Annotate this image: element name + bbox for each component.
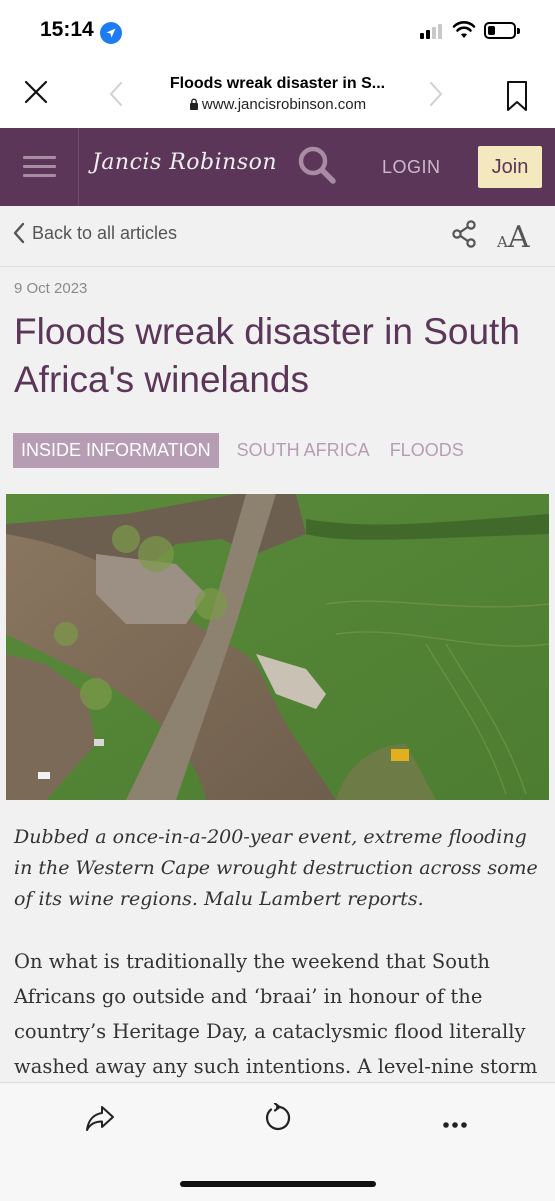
browser-toolbar xyxy=(0,1082,555,1201)
site-header: Jancis Robinson LOGIN Join xyxy=(0,128,555,206)
tag-inside-information[interactable]: INSIDE INFORMATION xyxy=(13,433,219,468)
location-arrow-icon xyxy=(100,22,122,44)
tag-south-africa[interactable]: SOUTH AFRICA xyxy=(237,440,370,461)
article-date: 9 Oct 2023 xyxy=(14,280,88,297)
back-to-articles-link[interactable]: Back to all articles xyxy=(12,222,177,244)
battery-icon xyxy=(484,22,520,39)
page-domain[interactable]: www.jancisrobinson.com xyxy=(150,96,405,113)
status-time: 15:14 xyxy=(40,18,94,41)
login-link[interactable]: LOGIN xyxy=(382,157,441,178)
more-icon[interactable] xyxy=(443,1115,467,1133)
article-tools: Back to all articles AA xyxy=(0,206,555,267)
bookmark-icon[interactable] xyxy=(505,80,529,117)
article-hero-image xyxy=(6,494,549,800)
cellular-signal-icon xyxy=(420,24,442,39)
browser-forward-icon[interactable] xyxy=(428,80,444,113)
share-icon[interactable] xyxy=(451,220,477,253)
article-headline: Floods wreak disaster in South Africa's … xyxy=(14,311,520,400)
status-bar: 15:14 xyxy=(0,0,555,62)
browser-header: Floods wreak disaster in S... www.jancis… xyxy=(0,62,555,128)
header-divider xyxy=(78,128,79,206)
article-standfirst: Dubbed a once-in-a-200-year event, extre… xyxy=(14,826,538,910)
article-body-text: On what is traditionally the weekend tha… xyxy=(14,950,538,1078)
page-title: Floods wreak disaster in S... xyxy=(169,75,386,92)
text-size-button[interactable]: AA xyxy=(497,220,530,255)
text-size-large-glyph: A xyxy=(507,220,530,255)
lock-icon xyxy=(189,98,198,110)
article-tags: INSIDE INFORMATION SOUTH AFRICA FLOODS xyxy=(13,433,484,468)
chevron-left-icon xyxy=(13,222,25,244)
browser-back-icon[interactable] xyxy=(108,80,124,113)
tag-floods[interactable]: FLOODS xyxy=(390,440,464,461)
back-link-label: Back to all articles xyxy=(32,222,178,243)
domain-text: www.jancisrobinson.com xyxy=(201,96,367,113)
search-icon[interactable] xyxy=(296,144,338,191)
menu-icon[interactable] xyxy=(23,156,56,183)
reload-icon[interactable] xyxy=(262,1102,292,1138)
share-arrow-icon[interactable] xyxy=(84,1103,116,1138)
text-size-small-glyph: A xyxy=(497,233,508,251)
site-logo[interactable]: Jancis Robinson xyxy=(92,150,277,175)
close-icon[interactable] xyxy=(22,78,50,111)
join-button[interactable]: Join xyxy=(478,146,542,188)
home-indicator[interactable] xyxy=(180,1181,376,1187)
wifi-icon xyxy=(452,20,476,45)
